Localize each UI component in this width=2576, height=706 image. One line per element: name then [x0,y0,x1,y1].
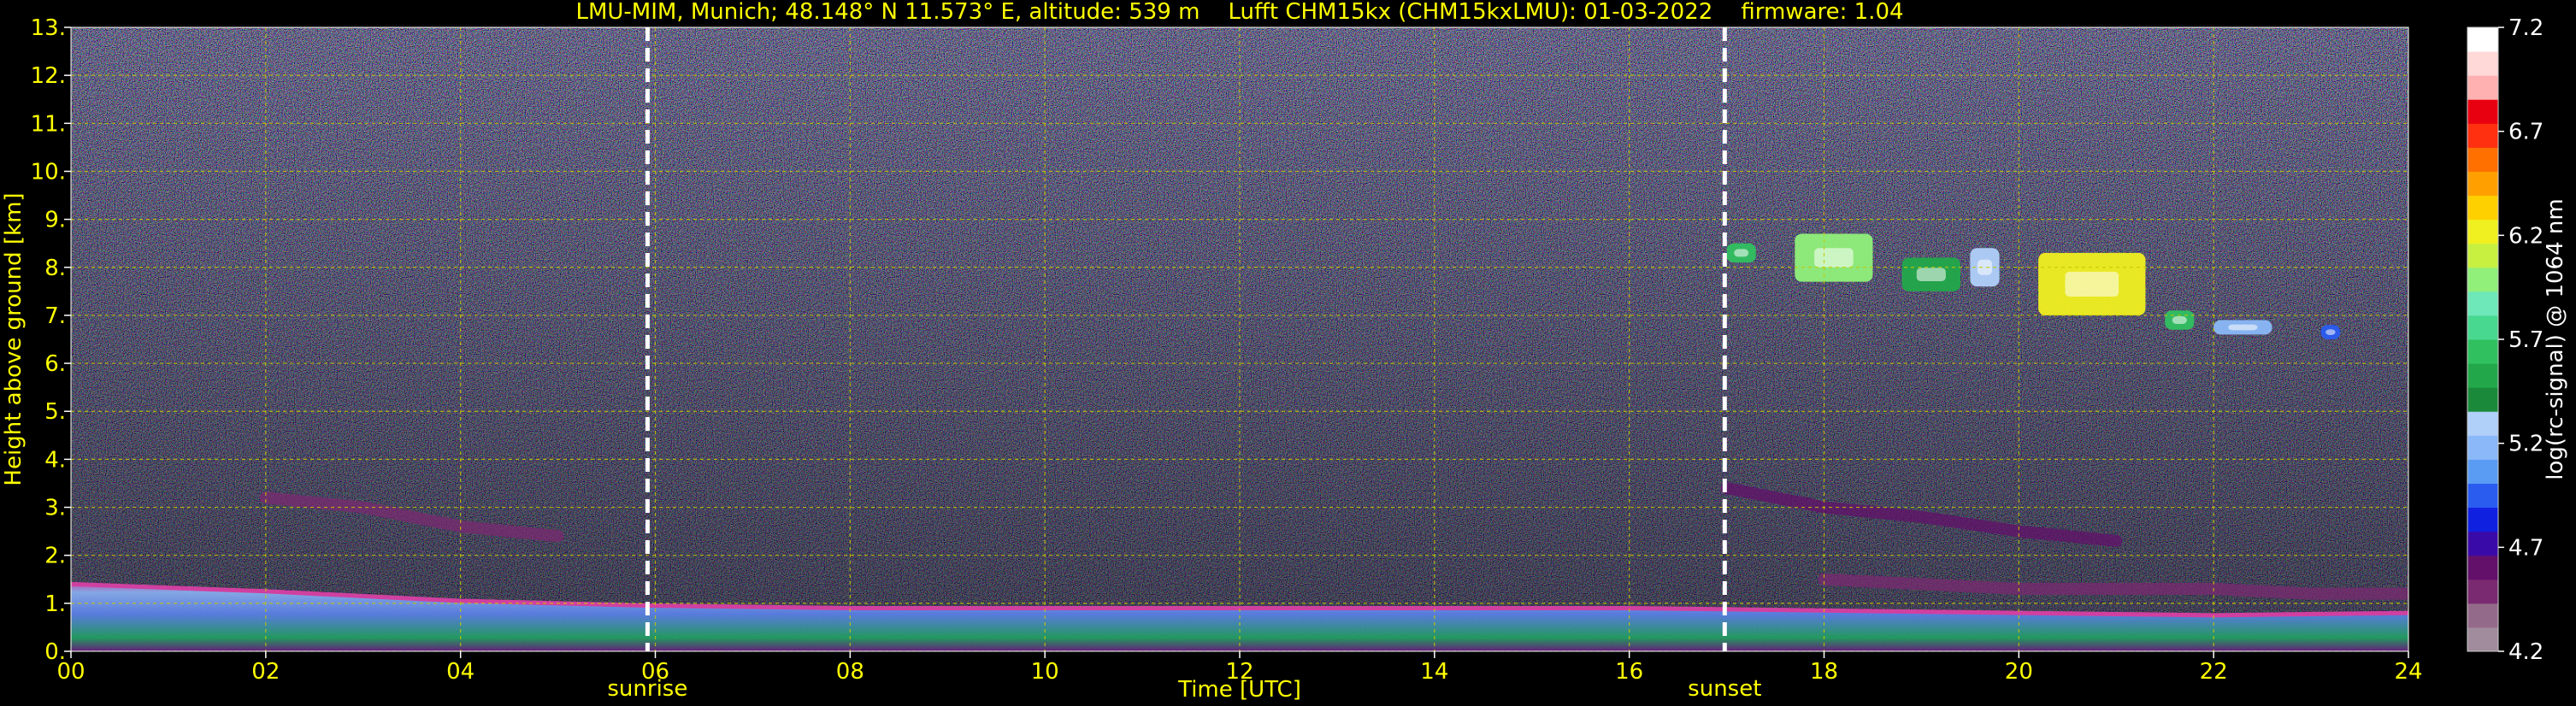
colorbar-swatch [2467,291,2498,316]
colorbar-ticks: 4.2 4.7 5.2 5.7 6.2 6.7 7.2 [2498,15,2544,665]
colorbar-swatch [2467,555,2498,580]
x-tick-label: 02 [251,659,280,685]
y-tick-label: 4. [44,447,66,473]
x-tick-label: 04 [446,659,475,685]
colorbar-swatch [2467,459,2498,484]
colorbar-swatch [2467,339,2498,364]
x-tick-label: 06 [641,659,669,685]
x-tick-label: 18 [1810,659,1838,685]
colorbar-swatch [2467,27,2498,52]
y-axis-label: Height above ground [km] [1,192,27,485]
colorbar-tick-label: 5.2 [2508,432,2544,457]
y-tick-label: 3. [44,496,66,521]
noise-fade [71,27,2408,651]
colorbar-label: log(rc-signal) @ 1064 nm [2543,198,2568,479]
x-tick-label: 14 [1420,659,1448,685]
colorbar-swatch [2467,363,2498,388]
y-tick-label: 11. [31,111,66,137]
cloud-core [1734,249,1749,257]
sunset-label: sunset [1688,676,1761,702]
x-tick-label: 24 [2394,659,2422,685]
colorbar-tick-label: 5.7 [2508,327,2544,353]
cloud-core [2325,329,2336,335]
x-tick-label: 20 [2005,659,2033,685]
colorbar-swatch [2467,123,2498,148]
y-tick-label: 5. [44,399,66,425]
colorbar: 4.2 4.7 5.2 5.7 6.2 6.7 7.2 log(rc-signal) @ 1… [2467,15,2568,665]
x-tick-label: 08 [836,659,864,685]
colorbar-swatch [2467,387,2498,412]
colorbar-swatch [2467,147,2498,172]
colorbar-tick-label: 4.7 [2508,535,2544,561]
y-tick-label: 0. [44,639,66,665]
colorbar-tick-label: 6.7 [2508,120,2544,145]
colorbar-swatch [2467,579,2498,604]
colorbar-swatch [2467,531,2498,556]
cloud-core [1814,248,1854,268]
y-tick-label: 7. [44,303,66,329]
y-tick-label: 1. [44,591,66,617]
colorbar-swatch [2467,51,2498,76]
cloud-core [2228,324,2258,331]
y-tick-label: 6. [44,351,66,377]
x-tick-label: 12 [1225,659,1253,685]
colorbar-swatch [2467,603,2498,628]
x-tick-label: 16 [1615,659,1643,685]
colorbar-swatch [2467,411,2498,436]
y-tick-label: 9. [44,208,66,233]
colorbar-swatch [2467,267,2498,292]
y-tick-label: 12. [31,63,66,89]
colorbar-tick-label: 6.2 [2508,223,2544,249]
colorbar-swatch [2467,483,2498,509]
y-tick-label: 13. [31,15,66,41]
plot-area [71,27,2408,651]
cloud-core [2172,316,2187,325]
cloud-core [1916,268,1946,282]
colorbar-swatch [2467,627,2498,652]
colorbar-tick-label: 7.2 [2508,15,2544,41]
colorbar-swatch [2467,75,2498,100]
colorbar-swatch [2467,171,2498,197]
colorbar-tick-label: 4.2 [2508,639,2544,665]
ceilometer-chart: LMU-MIM, Munich; 48.148° N 11.573° E, al… [1,0,2568,703]
y-tick-label: 2. [44,544,66,569]
x-tick-label: 22 [2200,659,2228,685]
chart-title: LMU-MIM, Munich; 48.148° N 11.573° E, al… [575,0,1903,25]
colorbar-swatch [2467,507,2498,532]
y-ticks: 0. 1. 2. 3. 4. 5. 6. 7. 8. 9. 10. 11. 12. 13. [31,15,71,665]
colorbar-swatch [2467,315,2498,340]
y-tick-label: 8. [44,256,66,281]
cloud-core [2065,271,2119,297]
y-tick-label: 10. [31,159,66,185]
x-ticks: 00 02 04 06 08 10 12 14 16 18 20 22 24 [56,651,2423,685]
colorbar-swatch [2467,99,2498,124]
colorbar-swatches [2467,27,2498,652]
colorbar-swatch [2467,219,2498,244]
colorbar-swatch [2467,195,2498,221]
colorbar-swatch [2467,435,2498,460]
colorbar-swatch [2467,243,2498,268]
x-tick-label: 10 [1031,659,1059,685]
